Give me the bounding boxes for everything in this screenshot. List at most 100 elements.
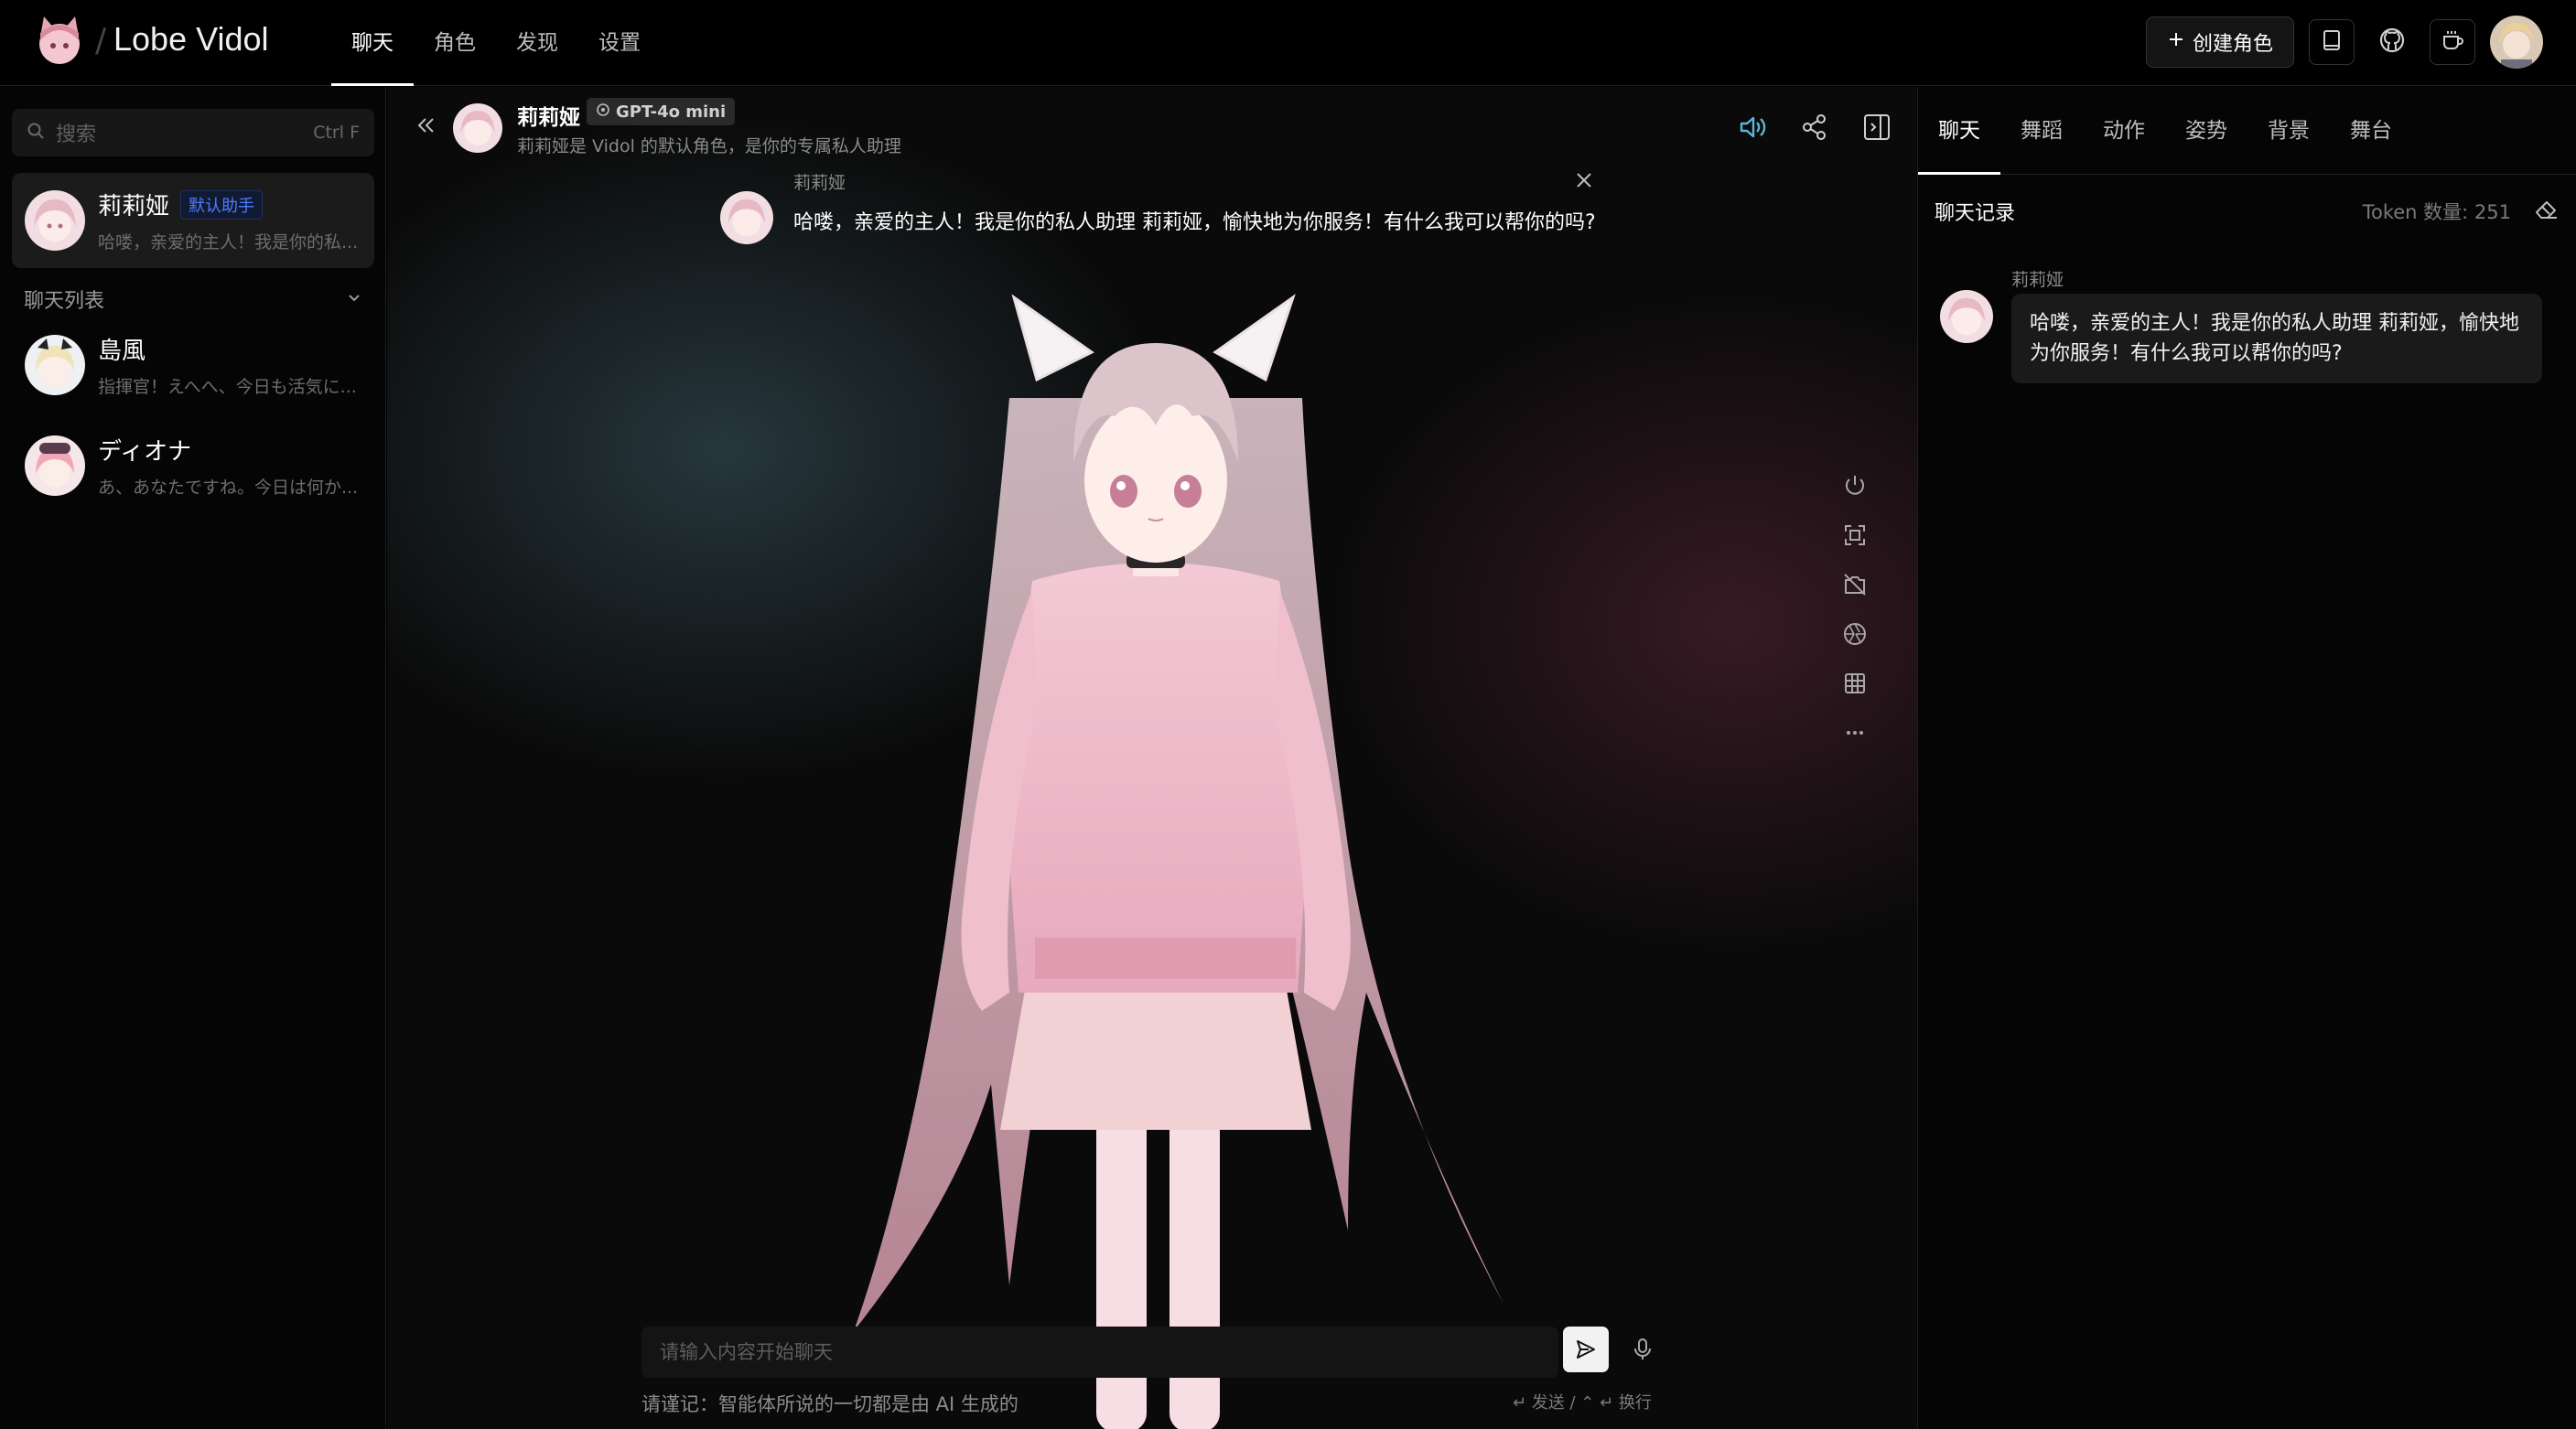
- session-desc: 指揮官！えへへ、今日も活気に...: [98, 377, 357, 397]
- send-button[interactable]: [1563, 1327, 1609, 1372]
- token-count: Token 数量: 251: [2362, 200, 2511, 223]
- bubble-sender: 莉莉娅: [793, 173, 846, 193]
- fullscreen-button[interactable]: [1840, 521, 1870, 550]
- docs-button[interactable]: [2309, 19, 2355, 65]
- close-icon: [1577, 173, 1591, 188]
- message-bubble: 哈喽，亲爱的主人！我是你的私人助理 莉莉娅，愉快地为你服务！有什么我可以帮你的吗…: [2011, 294, 2542, 383]
- power-button[interactable]: [1840, 471, 1870, 500]
- nav-settings[interactable]: 设置: [578, 0, 661, 86]
- right-panel-tabs: 聊天 舞蹈 动作 姿势 背景 舞台: [1918, 87, 2576, 175]
- brand-name: Lobe Vidol: [113, 20, 269, 58]
- microphone-icon: [1634, 1338, 1651, 1359]
- session-desc: 哈喽，亲爱的主人！我是你的私...: [98, 232, 359, 252]
- viewer-toolbar: [1840, 471, 1870, 747]
- more-button[interactable]: [1840, 718, 1870, 747]
- toggle-panel-button[interactable]: [1859, 109, 1895, 145]
- session-sidebar: 搜索 Ctrl F 莉莉娅 默认助手 哈喽，亲爱的主人！我是你的私... 聊天列…: [0, 87, 386, 1429]
- coffee-icon: [2441, 28, 2464, 56]
- agent-name: 莉莉娅: [517, 106, 580, 130]
- header-actions: 创建角色: [2145, 15, 2543, 70]
- right-panel: 聊天 舞蹈 动作 姿势 背景 舞台 聊天记录 Token 数量: 251 莉莉娅…: [1917, 87, 2576, 1429]
- model-tag[interactable]: GPT-4o mini: [587, 98, 736, 125]
- avatar: [25, 190, 85, 251]
- send-icon: [1577, 1340, 1595, 1359]
- nav-chat[interactable]: 聊天: [331, 0, 414, 86]
- session-item-default[interactable]: 莉莉娅 默认助手 哈喽，亲爱的主人！我是你的私...: [12, 173, 374, 268]
- chevron-down-icon: [346, 288, 362, 311]
- chat-list-title: 聊天列表: [24, 290, 105, 313]
- panel-right-icon: [1864, 114, 1890, 140]
- tab-stage[interactable]: 舞台: [2330, 87, 2412, 175]
- session-title: 莉莉娅: [98, 193, 170, 220]
- share-button[interactable]: [1796, 109, 1833, 145]
- chat-input-box[interactable]: [641, 1327, 1558, 1378]
- aperture-button[interactable]: [1840, 619, 1870, 649]
- avatar: [1940, 290, 1993, 343]
- sponsor-button[interactable]: [2430, 19, 2475, 65]
- nav-roles[interactable]: 角色: [414, 0, 496, 86]
- chat-header-actions: [1734, 109, 1895, 145]
- create-role-label: 创建角色: [2192, 33, 2273, 56]
- grid-icon: [1845, 673, 1865, 693]
- speaker-icon: [1740, 116, 1766, 138]
- user-avatar[interactable]: [2490, 16, 2543, 69]
- agent-avatar[interactable]: [453, 103, 502, 153]
- aperture-icon: [1844, 623, 1866, 645]
- grid-button[interactable]: [1840, 669, 1870, 698]
- tab-chat[interactable]: 聊天: [1918, 87, 2000, 175]
- tab-pose[interactable]: 姿势: [2165, 87, 2247, 175]
- top-header: / Lobe Vidol 聊天 角色 发现 设置 创建角色: [0, 0, 2576, 86]
- power-icon: [1846, 476, 1864, 495]
- session-title: 島風: [98, 338, 146, 365]
- plus-icon: [2167, 30, 2185, 54]
- search-icon: [27, 122, 45, 144]
- bubble-text: 哈喽，亲爱的主人！我是你的私人助理 莉莉娅，愉快地为你服务！有什么我可以帮你的吗…: [793, 211, 1596, 234]
- message-sender: 莉莉娅: [2011, 270, 2064, 290]
- camera-toggle-button[interactable]: [1840, 570, 1870, 599]
- history-title: 聊天记录: [1935, 201, 2016, 225]
- close-bubble-button[interactable]: [1573, 169, 1595, 195]
- clear-history-button[interactable]: [2533, 195, 2560, 227]
- ai-disclaimer: 请谨记：智能体所说的一切都是由 AI 生成的: [641, 1393, 1019, 1415]
- github-button[interactable]: [2369, 19, 2415, 65]
- github-icon: [2378, 27, 2406, 58]
- main-nav: 聊天 角色 发现 设置: [331, 0, 661, 86]
- speaker-button[interactable]: [1734, 109, 1771, 145]
- book-icon: [2320, 28, 2344, 56]
- nav-discover[interactable]: 发现: [496, 0, 578, 86]
- avatar: [720, 191, 773, 244]
- eraser-icon: [2536, 201, 2557, 219]
- session-title: ディオナ: [98, 438, 192, 466]
- model-name: GPT-4o mini: [616, 102, 727, 122]
- chat-main: 莉莉娅 GPT-4o mini 莉莉娅是 Vidol 的默认角色，是你的专属私人…: [387, 87, 1917, 1429]
- shortcut-hint: ↵ 发送 / ⌃ ↵ 换行: [1513, 1393, 1652, 1413]
- default-badge: 默认助手: [180, 189, 264, 220]
- agent-description: 莉莉娅是 Vidol 的默认角色，是你的专属私人助理: [517, 136, 901, 156]
- search-box[interactable]: 搜索 Ctrl F: [12, 109, 374, 156]
- vrm-character-model[interactable]: [799, 279, 1513, 1429]
- chat-header: 莉莉娅 GPT-4o mini 莉莉娅是 Vidol 的默认角色，是你的专属私人…: [387, 87, 1917, 169]
- tab-background[interactable]: 背景: [2247, 87, 2330, 175]
- avatar: [25, 435, 85, 496]
- history-header: 聊天记录 Token 数量: 251: [1935, 195, 2560, 227]
- message-input[interactable]: [641, 1327, 1558, 1378]
- focus-frame-icon: [1845, 525, 1865, 545]
- search-shortcut: Ctrl F: [313, 123, 360, 143]
- app-logo-icon[interactable]: [31, 13, 88, 70]
- share-icon: [1803, 114, 1826, 140]
- session-desc: あ、あなたですね。今日は何か...: [98, 478, 359, 498]
- microphone-button[interactable]: [1624, 1331, 1661, 1368]
- session-item-diona[interactable]: ディオナ あ、あなたですね。今日は何か...: [12, 418, 374, 513]
- collapse-sidebar-button[interactable]: [413, 113, 438, 142]
- search-placeholder: 搜索: [56, 124, 97, 146]
- double-chevron-left-icon: [417, 118, 434, 133]
- avatar: [25, 335, 85, 395]
- logo-divider: /: [95, 22, 107, 59]
- create-role-button[interactable]: 创建角色: [2145, 16, 2294, 68]
- openai-icon: [596, 102, 610, 122]
- session-item-shimakaze[interactable]: 島風 指揮官！えへへ、今日も活気に...: [12, 317, 374, 413]
- more-icon: [1847, 731, 1863, 735]
- tab-dance[interactable]: 舞蹈: [2000, 87, 2083, 175]
- tab-motion[interactable]: 动作: [2083, 87, 2165, 175]
- chat-list-header[interactable]: 聊天列表: [24, 285, 362, 314]
